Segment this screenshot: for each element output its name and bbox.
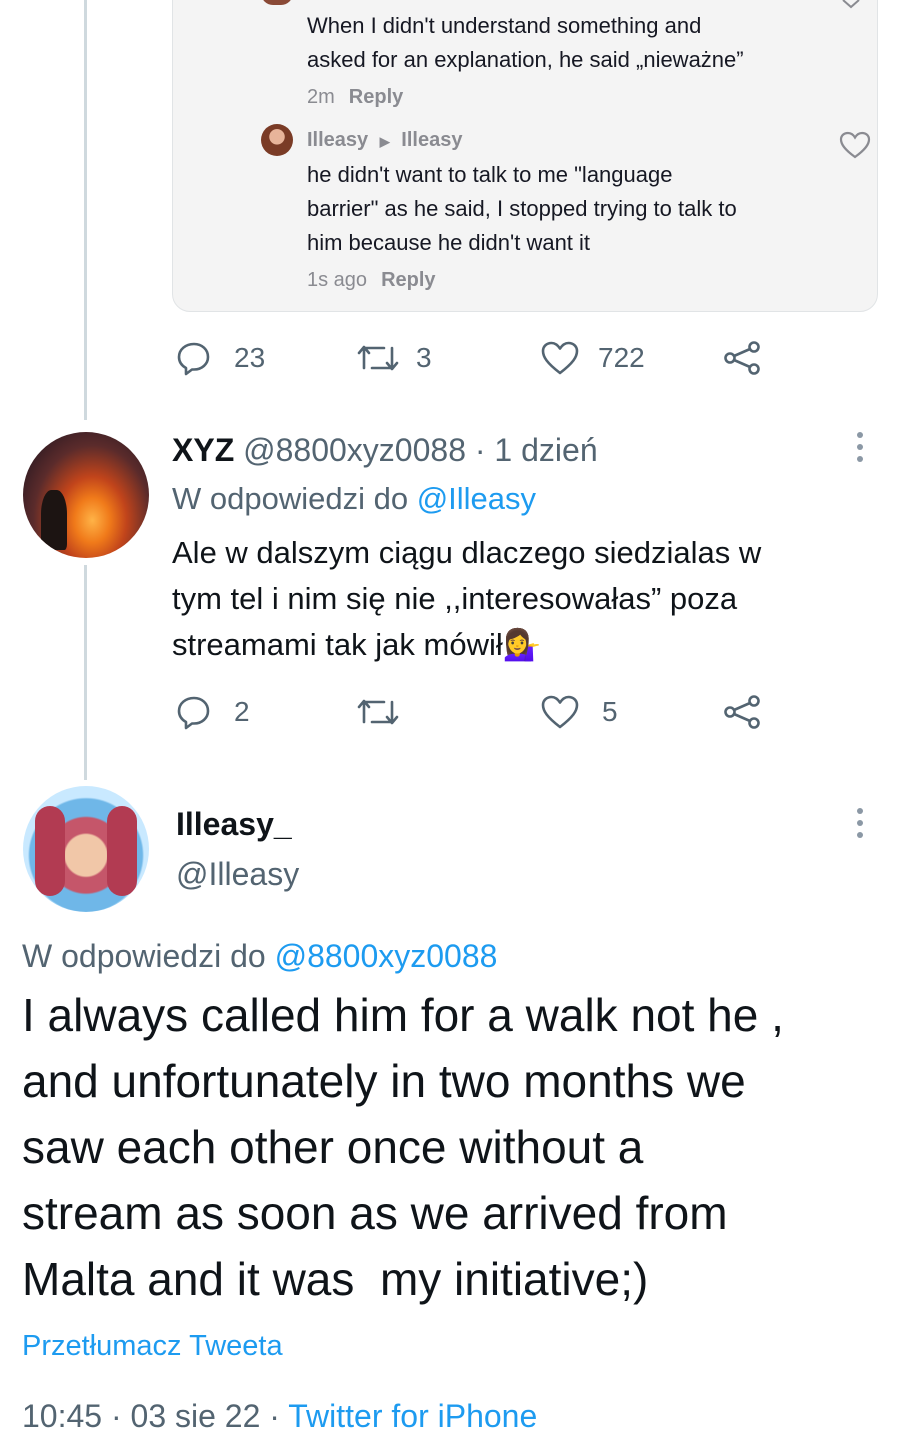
reply-count: 23 bbox=[234, 342, 266, 373]
tweet2-author-name[interactable]: XYZ bbox=[172, 432, 234, 468]
like-icon bbox=[540, 340, 580, 376]
retweet-button[interactable]: 3 bbox=[356, 340, 432, 376]
retweet-button[interactable] bbox=[356, 694, 400, 730]
tweet3-text-line2: and unfortunately in two months we bbox=[22, 1055, 746, 1107]
tweet3-client-link[interactable]: Twitter for iPhone bbox=[288, 1398, 537, 1434]
translate-tweet-link[interactable]: Przetłumacz Tweeta bbox=[22, 1330, 283, 1363]
tweet2-text-line3-words: streamami tak jak mówił bbox=[172, 627, 503, 662]
share-icon bbox=[722, 340, 762, 376]
heart-outline-icon[interactable] bbox=[839, 131, 871, 164]
tweet3-separator-2: · bbox=[269, 1398, 280, 1434]
commenter-avatar-top bbox=[261, 0, 293, 5]
tweet2-text-line2: tym tel i nim się nie ,,interesowałas” p… bbox=[172, 581, 738, 616]
tweet3-time: 10:45 bbox=[22, 1398, 103, 1434]
tweet2-text-line1: Ale w dalszym ciągu dlaczego siedzialas … bbox=[172, 535, 762, 570]
share-icon bbox=[722, 694, 762, 730]
avatar-hair-right bbox=[107, 806, 137, 896]
comment1-line2: asked for an explanation, he said „niewa… bbox=[307, 47, 744, 72]
tweet3-text-line1: I always called him for a walk not he , bbox=[22, 989, 784, 1041]
comment2-reply-button[interactable]: Reply bbox=[381, 269, 435, 291]
retweet-icon bbox=[356, 340, 400, 376]
tweet2-text-line3: streamami tak jak mówił💁‍♀️ bbox=[172, 622, 541, 668]
share-button[interactable] bbox=[722, 694, 762, 730]
thread-line-middle bbox=[84, 565, 87, 780]
thread-line-top bbox=[84, 0, 87, 420]
reply-icon bbox=[176, 694, 212, 730]
reply-count: 2 bbox=[234, 696, 250, 727]
tweet2-time[interactable]: 1 dzień bbox=[494, 432, 597, 468]
tweet3-footer: 10:45 · 03 sie 22 · Twitter for iPhone bbox=[22, 1398, 537, 1435]
tweet2-handle[interactable]: @8800xyz0088 bbox=[243, 432, 466, 468]
tweet3-author-name[interactable]: Illeasy_ bbox=[176, 806, 292, 843]
comment2-reply-to[interactable]: Illeasy bbox=[401, 129, 462, 151]
reply-button[interactable]: 23 bbox=[176, 340, 265, 376]
reply-prefix: W odpowiedzi do bbox=[22, 938, 266, 974]
avatar-hair-left bbox=[35, 806, 65, 896]
comment2-user-line: Illeasy ▶ Illeasy bbox=[307, 129, 462, 152]
comment2-meta: 1s ago Reply bbox=[307, 269, 436, 292]
tweet3-text: I always called him for a walk not he , … bbox=[22, 982, 882, 1312]
share-button[interactable] bbox=[722, 340, 762, 376]
tweet3-text-line3: saw each other once without a bbox=[22, 1121, 644, 1173]
comment2-author[interactable]: Illeasy bbox=[307, 129, 368, 151]
comment1-line1: When I didn't understand something and bbox=[307, 13, 702, 38]
comment2-line1: he didn't want to talk to me "language bbox=[307, 162, 673, 187]
more-icon[interactable] bbox=[857, 808, 863, 844]
like-button[interactable]: 722 bbox=[540, 340, 645, 376]
tweet2-reply-context: W odpowiedzi do @Illeasy bbox=[172, 481, 536, 517]
comment1-time: 2m bbox=[307, 86, 335, 108]
reply-to-link[interactable]: @8800xyz0088 bbox=[275, 938, 498, 974]
tweet3-date: 03 sie 22 bbox=[130, 1398, 261, 1434]
avatar[interactable] bbox=[23, 432, 149, 558]
comment1-meta: 2m Reply bbox=[307, 86, 403, 109]
chevron-down-icon bbox=[841, 0, 861, 15]
tweet3-handle[interactable]: @Illeasy bbox=[176, 856, 299, 893]
reply-prefix: W odpowiedzi do bbox=[172, 481, 409, 516]
reply-to-link[interactable]: @Illeasy bbox=[417, 481, 536, 516]
tweet3-reply-context: W odpowiedzi do @8800xyz0088 bbox=[22, 938, 497, 975]
triangle-right-icon: ▶ bbox=[379, 134, 390, 149]
embedded-comment-card[interactable]: When I didn't understand something and a… bbox=[172, 0, 878, 312]
tree-silhouette bbox=[41, 490, 67, 550]
like-count: 722 bbox=[598, 342, 645, 373]
retweet-icon bbox=[356, 694, 400, 730]
reply-icon bbox=[176, 340, 212, 376]
retweet-count: 3 bbox=[416, 342, 432, 373]
comment2-line3: him because he didn't want it bbox=[307, 230, 591, 255]
commenter-avatar bbox=[261, 124, 293, 156]
person-tipping-hand-emoji: 💁‍♀️ bbox=[502, 627, 542, 662]
comment2-time: 1s ago bbox=[307, 269, 368, 291]
comment2-line2: barrier" as he said, I stopped trying to… bbox=[307, 196, 737, 221]
avatar[interactable] bbox=[23, 786, 149, 912]
tweet2-separator: · bbox=[474, 432, 486, 468]
reply-button[interactable]: 2 bbox=[176, 694, 250, 730]
like-count: 5 bbox=[602, 696, 618, 727]
like-button[interactable]: 5 bbox=[540, 694, 618, 730]
like-icon bbox=[540, 694, 580, 730]
tweet2-header: XYZ @8800xyz0088 · 1 dzień bbox=[172, 432, 598, 469]
tweet3-text-line5: Malta and it was my initiative;) bbox=[22, 1253, 649, 1305]
more-icon[interactable] bbox=[857, 432, 863, 468]
tweet3-text-line4: stream as soon as we arrived from bbox=[22, 1187, 728, 1239]
tweet3-separator-1: · bbox=[110, 1398, 122, 1434]
comment1-reply-button[interactable]: Reply bbox=[349, 86, 403, 108]
